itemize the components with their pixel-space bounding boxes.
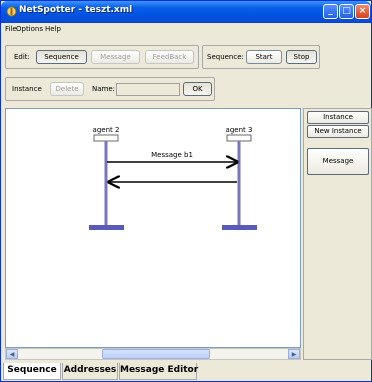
maximize-icon[interactable]: □ [339,4,354,19]
tool-palette: Instance New Instance Message [303,108,372,360]
delete-button[interactable]: Delete [50,82,84,96]
name-input[interactable] [116,83,180,96]
edit-toolbar: Edit: Sequence Message FeedBack [5,45,199,69]
app-icon [6,6,17,17]
agent-2-box[interactable] [93,134,119,142]
instance-label: Instance [12,85,42,93]
new-instance-button[interactable]: New Instance [307,125,369,138]
sequence-diagram: agent 2 agent 3 Message b1 [89,126,257,230]
sequence-label: Sequence: [207,53,244,61]
instance-palette-button[interactable]: Instance [307,111,369,124]
name-label: Name: [92,85,116,93]
feedback-mode-button[interactable]: FeedBack [145,50,194,64]
ok-button[interactable]: OK [183,82,212,96]
sequence-diagram-canvas[interactable]: agent 2 agent 3 Message b1 [5,108,301,348]
tab-sequence[interactable]: Sequence [3,363,61,380]
message-mode-button[interactable]: Message [91,50,140,64]
window-title: NetSpotter - teszt.xml [19,5,133,15]
instance-toolbar: Instance Delete Name: OK [5,77,215,101]
start-button[interactable]: Start [246,50,282,64]
title-bar[interactable]: NetSpotter - teszt.xml _ □ × [1,1,371,23]
agent-3-end-bar [222,225,257,230]
sequence-mode-button[interactable]: Sequence [36,50,87,64]
close-icon[interactable]: × [355,4,370,19]
message-label: Message b1 [151,151,193,159]
agent-2-end-bar [89,225,124,230]
menu-help[interactable]: Help [45,25,61,33]
tab-message-editor[interactable]: Message Editor [119,363,198,380]
edit-label: Edit: [14,53,30,61]
scroll-thumb[interactable] [102,349,210,359]
minimize-icon[interactable]: _ [323,4,338,19]
stop-button[interactable]: Stop [286,50,317,64]
agent-2-label: agent 2 [93,126,120,134]
menu-file[interactable]: File [5,25,17,33]
agent-2-lifeline[interactable] [104,141,108,225]
agent-3-label: agent 3 [226,126,253,134]
message-palette-button[interactable]: Message [307,148,369,175]
scroll-right-icon[interactable]: ▶ [288,349,300,359]
menu-options[interactable]: Options [16,25,43,33]
bottom-tab-bar: Sequence Addresses Message Editor [1,363,371,381]
menu-bar: File Options Help [1,23,371,38]
sequence-toolbar: Sequence: Start Stop [202,45,320,69]
app-window: NetSpotter - teszt.xml _ □ × File Option… [0,0,372,382]
horizontal-scrollbar[interactable]: ◀ ▶ [5,348,301,360]
scroll-left-icon[interactable]: ◀ [6,349,18,359]
tab-addresses[interactable]: Addresses [62,363,118,380]
agent-3-lifeline[interactable] [237,141,241,225]
agent-3-box[interactable] [226,134,252,142]
